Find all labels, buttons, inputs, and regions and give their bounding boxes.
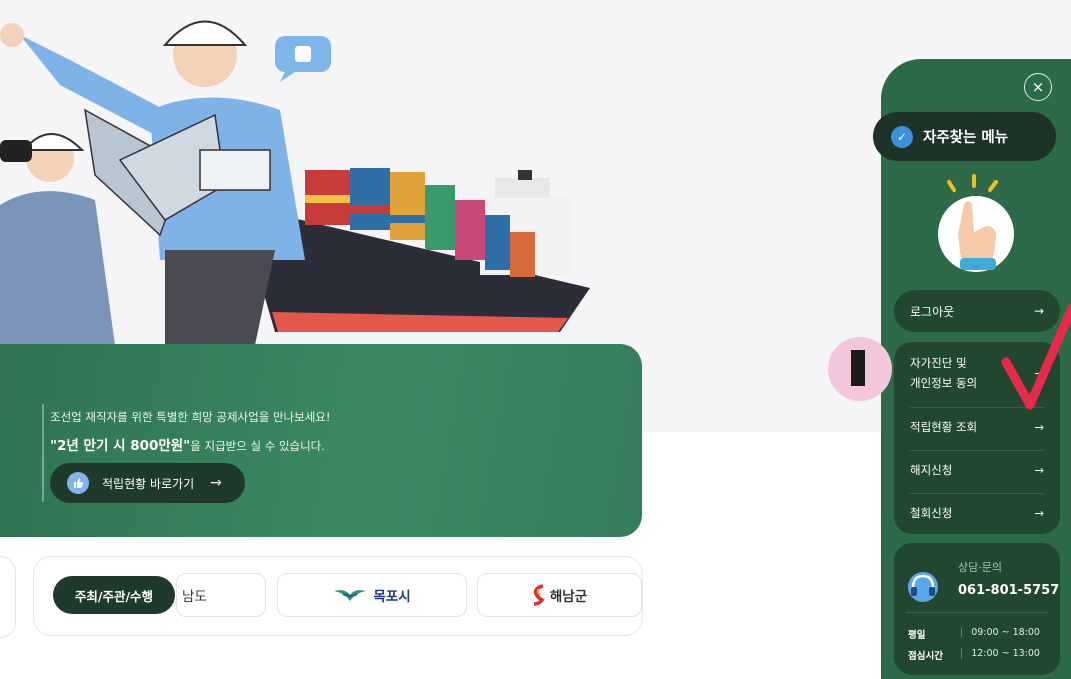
quick-menu-title: ✓ 자주찾는 메뉴 [873, 112, 1056, 161]
thumbs-up-icon [67, 472, 89, 494]
hours-weekday: 평일 | 09:00 ~ 18:00 [908, 627, 1040, 641]
thumbs-up-bubble-icon [275, 36, 331, 82]
sponsor-logo-jeonnam-text: 남도 [182, 589, 207, 605]
contact-title: 상담·문의 [958, 561, 1002, 574]
hours-separator: | [960, 648, 964, 659]
banner-subtext-rest: 을 지급받으 실 수 있습니다. [190, 439, 325, 453]
menu-item-self-diagnosis-line2: 개인정보 동의 [910, 376, 978, 390]
hours-lunch-value: 12:00 ~ 13:00 [971, 648, 1040, 659]
banner-amount: "2년 만기 시 800만원" [50, 438, 191, 454]
arrow-right-icon: → [1034, 463, 1044, 477]
sponsor-logo-haenam[interactable]: 해남군 [477, 573, 642, 617]
headset-icon [908, 572, 938, 602]
menu-item-self-diagnosis-label: 자가진단 및개인정보 동의 [910, 353, 977, 393]
pointing-hand-icon [938, 174, 1014, 272]
sponsor-logo-mokpo[interactable]: 목포시 [277, 573, 467, 617]
contact-divider [906, 612, 1048, 613]
menu-item-withdrawal-label: 철회신청 [910, 506, 953, 520]
banner-headline: 조선업 재직자를 위한 특별한 희망 공제사업을 만나보세요! [50, 410, 331, 424]
hours-lunch-key: 점심시간 [908, 651, 943, 662]
hours-weekday-key: 평일 [908, 630, 926, 641]
sponsor-logo-jeonnam[interactable]: 남도 [176, 573, 266, 617]
close-icon[interactable]: × [1024, 73, 1052, 101]
check-circle-icon: ✓ [891, 125, 913, 148]
banner-divider [42, 404, 44, 502]
hero-illustration [0, 20, 590, 345]
hours-lunch: 점심시간 | 12:00 ~ 13:00 [908, 648, 1040, 662]
sponsor-logo-mokpo-text: 목포시 [373, 589, 411, 605]
hours-separator: | [960, 627, 964, 638]
quick-menu-title-text: 자주찾는 메뉴 [923, 130, 1009, 146]
hours-weekday-value: 09:00 ~ 18:00 [971, 627, 1040, 638]
arrow-right-icon: → [1034, 420, 1044, 434]
menu-item-termination-label: 해지신청 [910, 463, 953, 477]
savings-status-label: 적립현황 바로가기 [102, 476, 195, 491]
menu-item-savings-status-label: 적립현황 조회 [910, 420, 978, 434]
contact-phone[interactable]: 061-801-5757 [958, 583, 1059, 598]
arrow-right-icon: → [210, 475, 222, 491]
menu-item-savings-status[interactable]: 적립현황 조회 → [910, 419, 1044, 435]
arrow-right-icon: → [1034, 506, 1044, 520]
prev-card-edge [0, 556, 16, 638]
haenam-logo-icon [533, 584, 545, 606]
logout-label: 로그아웃 [910, 304, 955, 319]
mokpo-bird-icon [334, 590, 367, 601]
sponsor-logo-haenam-text: 해남군 [549, 589, 588, 605]
menu-item-termination[interactable]: 해지신청 → [910, 462, 1044, 478]
menu-item-withdrawal[interactable]: 철회신청 → [910, 505, 1044, 521]
red-checkmark-icon [1001, 303, 1071, 410]
savings-status-button[interactable]: 적립현황 바로가기 → [50, 463, 245, 503]
menu-divider [910, 450, 1044, 451]
banner-subtext: "2년 만기 시 800만원"을 지급받으 실 수 있습니다. [50, 434, 325, 454]
sponsor-tag: 주최/주관/수행 [53, 576, 175, 614]
menu-divider [910, 493, 1044, 494]
menu-item-self-diagnosis-line1: 자가진단 및 [910, 356, 967, 370]
annotation-marker [851, 350, 865, 386]
